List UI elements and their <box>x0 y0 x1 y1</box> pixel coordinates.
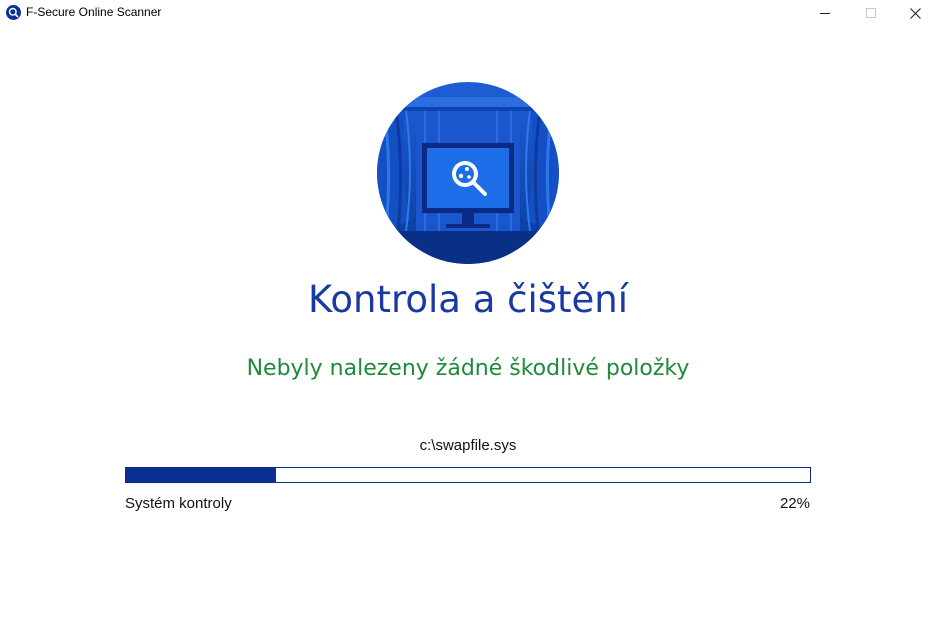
window-title: F-Secure Online Scanner <box>26 5 162 19</box>
minimize-button[interactable] <box>802 0 848 26</box>
scan-progress-bar <box>125 467 811 483</box>
scan-status-message: Nebyly nalezeny žádné škodlivé položky <box>246 356 690 381</box>
maximize-button[interactable] <box>848 0 894 26</box>
scanner-window: F-Secure Online Scanner Kontrola a čiště… <box>0 0 936 644</box>
title-bar: F-Secure Online Scanner <box>0 0 936 26</box>
scan-progress-percent: 22% <box>779 495 810 512</box>
close-icon <box>909 7 921 19</box>
minimize-icon <box>820 8 830 18</box>
current-file-path: c:\swapfile.sys <box>419 437 517 454</box>
fsecure-scanner-icon <box>6 5 21 20</box>
scan-progress-fill <box>126 468 277 482</box>
page-title: Kontrola a čištění <box>307 278 629 321</box>
maximize-icon <box>866 8 876 18</box>
monitor-magnifier-icon <box>376 81 560 265</box>
close-button[interactable] <box>892 0 936 26</box>
scan-phase-label: Systém kontroly <box>125 495 232 512</box>
